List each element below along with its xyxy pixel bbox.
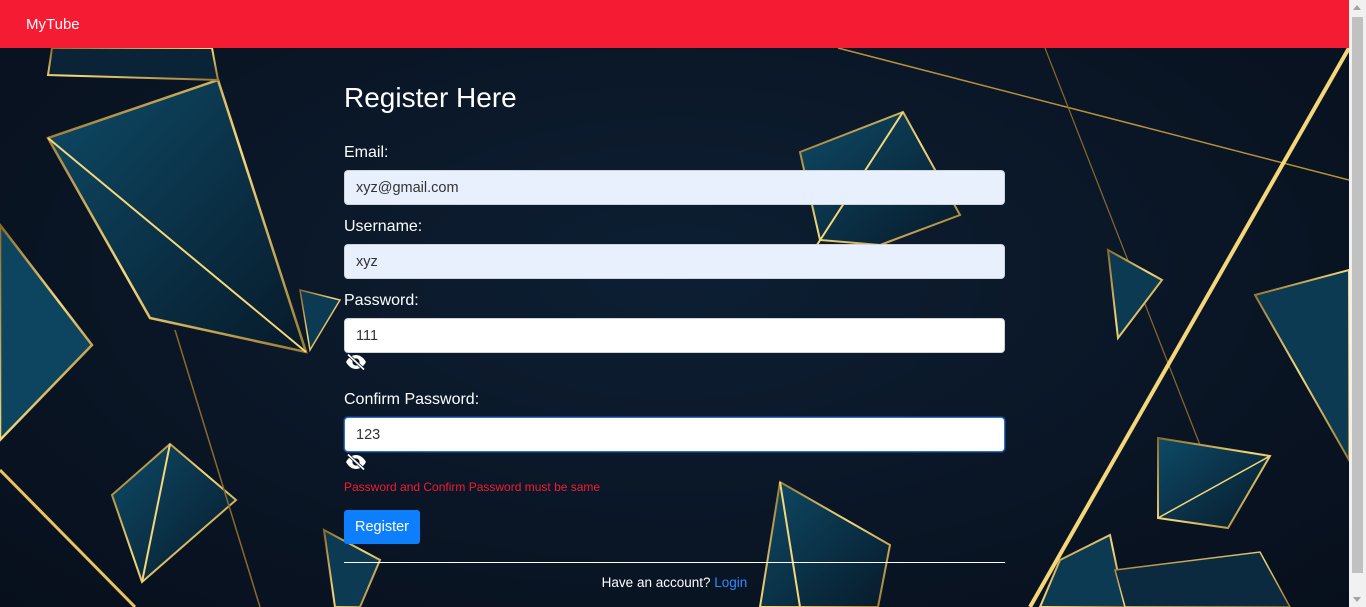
- top-navbar: MyTube: [0, 0, 1349, 48]
- email-field[interactable]: [344, 170, 1005, 205]
- page-scrollbar[interactable]: [1349, 0, 1366, 607]
- login-prompt-text: Have an account?: [601, 575, 711, 590]
- scroll-thumb[interactable]: [1352, 17, 1363, 573]
- page-title: Register Here: [344, 82, 517, 113]
- eye-slash-icon[interactable]: [345, 453, 367, 471]
- eye-slash-icon[interactable]: [345, 353, 367, 371]
- form-divider: [344, 562, 1005, 563]
- username-label: Username:: [344, 218, 423, 235]
- register-button[interactable]: Register: [344, 510, 420, 544]
- scroll-up-arrow-icon[interactable]: [1353, 5, 1361, 10]
- email-label: Email:: [344, 144, 389, 161]
- password-label: Password:: [344, 292, 419, 309]
- confirm-password-label: Confirm Password:: [344, 391, 480, 408]
- username-field[interactable]: [344, 244, 1005, 279]
- brand-link[interactable]: MyTube: [26, 16, 80, 33]
- login-prompt: Have an account? Login: [344, 575, 1005, 590]
- password-field[interactable]: [344, 318, 1005, 353]
- scroll-down-arrow-icon[interactable]: [1353, 597, 1361, 602]
- login-link[interactable]: Login: [714, 575, 747, 590]
- confirm-password-field[interactable]: [344, 417, 1005, 452]
- password-mismatch-error: Password and Confirm Password must be sa…: [344, 480, 601, 494]
